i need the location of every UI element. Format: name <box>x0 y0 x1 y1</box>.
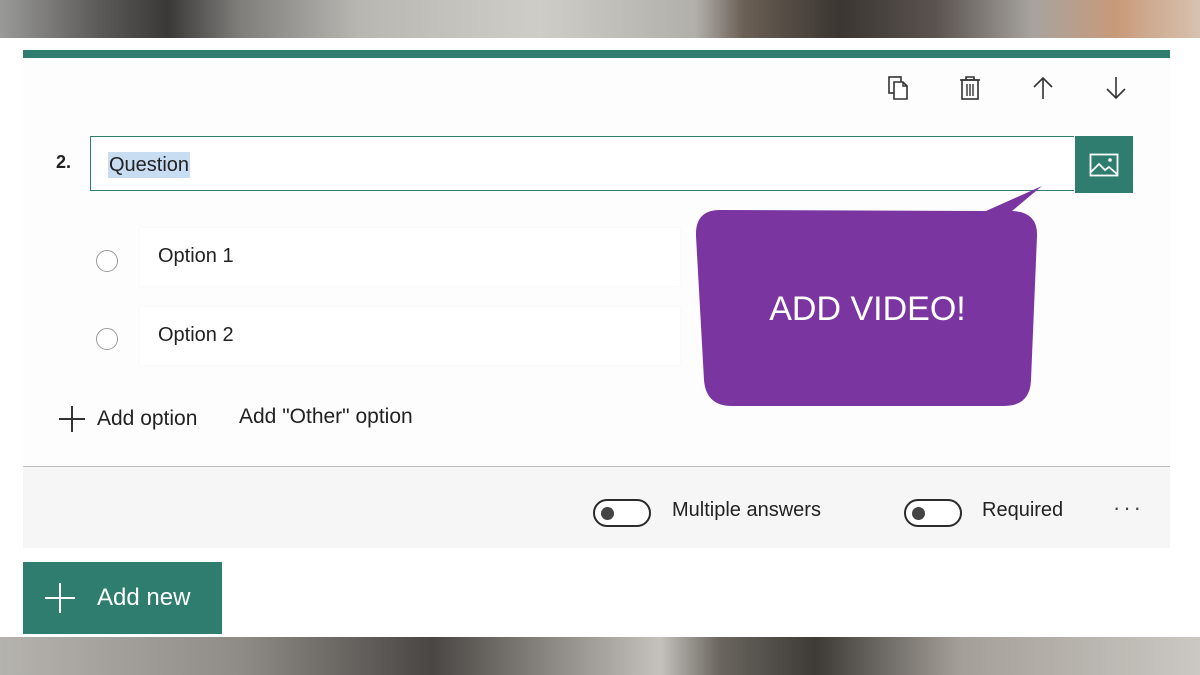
required-label: Required <box>982 499 1064 521</box>
card-accent-bar <box>23 50 1170 58</box>
add-new-button[interactable]: Add new <box>23 562 222 634</box>
move-down-icon[interactable] <box>1102 74 1130 102</box>
card-footer: Multiple answers Required ··· <box>23 467 1170 548</box>
move-up-icon[interactable] <box>1029 74 1057 102</box>
question-text: Question <box>108 152 191 178</box>
add-new-label: Add new <box>97 584 191 611</box>
add-option-label: Add option <box>97 407 198 430</box>
option-row: Option 1 <box>23 228 683 286</box>
toggle-knob <box>601 507 614 520</box>
copy-icon[interactable] <box>885 74 913 102</box>
multiple-answers-label: Multiple answers <box>672 499 821 521</box>
insert-media-button[interactable] <box>1075 136 1133 193</box>
add-other-option-button[interactable]: Add "Other" option <box>239 405 413 429</box>
callout-bubble: ADD VIDEO! <box>690 172 1050 412</box>
more-options-icon[interactable]: ··· <box>1113 495 1144 521</box>
option-label: Option 1 <box>158 245 234 267</box>
multiple-answers-toggle[interactable] <box>593 499 651 527</box>
option-field[interactable]: Option 2 <box>140 307 680 365</box>
callout-text: ADD VIDEO! <box>769 290 966 328</box>
option-radio[interactable] <box>96 250 118 272</box>
option-row: Option 2 <box>23 307 683 365</box>
add-option-button[interactable]: Add option <box>59 404 197 434</box>
required-toggle[interactable] <box>904 499 962 527</box>
toggle-knob <box>912 507 925 520</box>
option-radio[interactable] <box>96 328 118 350</box>
background-photo-top <box>0 0 1200 38</box>
question-number: 2. <box>56 152 72 172</box>
plus-icon <box>59 406 85 432</box>
option-field[interactable]: Option 1 <box>140 228 680 286</box>
image-icon <box>1089 153 1119 176</box>
background-photo-bottom <box>0 637 1200 675</box>
plus-icon <box>45 583 75 613</box>
option-label: Option 2 <box>158 324 234 346</box>
delete-icon[interactable] <box>956 74 984 102</box>
